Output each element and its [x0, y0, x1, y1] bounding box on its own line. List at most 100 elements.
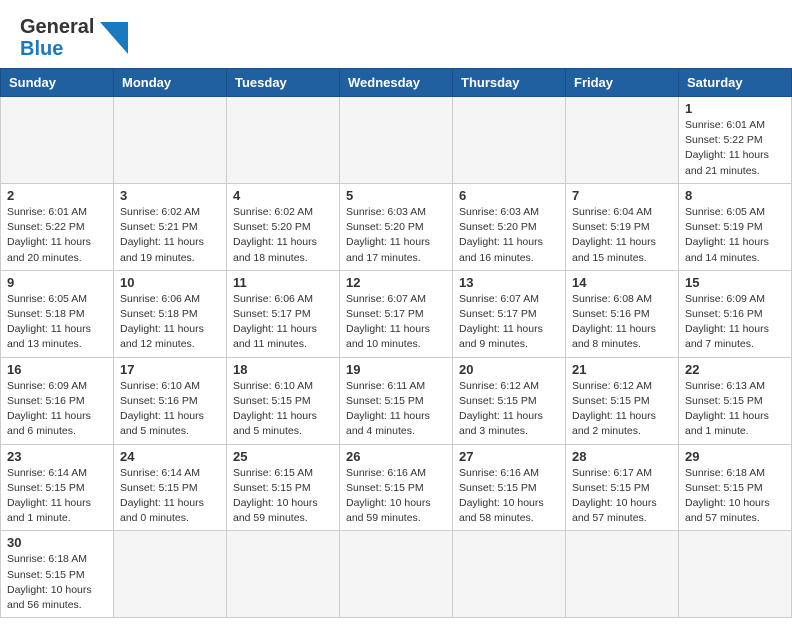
day-info: Sunrise: 6:16 AM Sunset: 5:15 PM Dayligh…	[346, 466, 446, 527]
calendar-cell: 16 Sunrise: 6:09 AM Sunset: 5:16 PM Dayli…	[1, 357, 114, 444]
day-info: Sunrise: 6:03 AM Sunset: 5:20 PM Dayligh…	[459, 205, 559, 266]
day-info: Sunrise: 6:02 AM Sunset: 5:21 PM Dayligh…	[120, 205, 220, 266]
weekday-header-thursday: Thursday	[453, 69, 566, 97]
calendar-cell	[679, 531, 792, 618]
day-number: 26	[346, 449, 446, 464]
calendar-cell: 10 Sunrise: 6:06 AM Sunset: 5:18 PM Dayli…	[114, 270, 227, 357]
day-info: Sunrise: 6:18 AM Sunset: 5:15 PM Dayligh…	[7, 552, 107, 613]
calendar-table: SundayMondayTuesdayWednesdayThursdayFrid…	[0, 68, 792, 618]
day-info: Sunrise: 6:03 AM Sunset: 5:20 PM Dayligh…	[346, 205, 446, 266]
calendar-cell: 18 Sunrise: 6:10 AM Sunset: 5:15 PM Dayli…	[227, 357, 340, 444]
calendar-cell: 1 Sunrise: 6:01 AM Sunset: 5:22 PM Daylig…	[679, 97, 792, 184]
calendar-cell: 17Sunrise: 6:10 AM Sunset: 5:16 PM Dayli…	[114, 357, 227, 444]
day-number: 27	[459, 449, 559, 464]
calendar-cell	[453, 97, 566, 184]
day-info: Sunrise: 6:07 AM Sunset: 5:17 PM Dayligh…	[346, 292, 446, 353]
day-info: Sunrise: 6:15 AM Sunset: 5:15 PM Dayligh…	[233, 466, 333, 527]
calendar-cell: 29 Sunrise: 6:18 AM Sunset: 5:15 PM Dayli…	[679, 444, 792, 531]
day-number: 18	[233, 362, 333, 377]
calendar-cell	[566, 97, 679, 184]
day-info: Sunrise: 6:12 AM Sunset: 5:15 PM Dayligh…	[572, 379, 672, 440]
calendar-cell: 14Sunrise: 6:08 AM Sunset: 5:16 PM Dayli…	[566, 270, 679, 357]
day-number: 10	[120, 275, 220, 290]
calendar-cell: 6 Sunrise: 6:03 AM Sunset: 5:20 PM Daylig…	[453, 183, 566, 270]
calendar-cell	[227, 531, 340, 618]
day-info: Sunrise: 6:17 AM Sunset: 5:15 PM Dayligh…	[572, 466, 672, 527]
calendar-cell: 26 Sunrise: 6:16 AM Sunset: 5:15 PM Dayli…	[340, 444, 453, 531]
day-number: 7	[572, 188, 672, 203]
day-info: Sunrise: 6:01 AM Sunset: 5:22 PM Dayligh…	[7, 205, 107, 266]
calendar-cell: 20Sunrise: 6:12 AM Sunset: 5:15 PM Dayli…	[453, 357, 566, 444]
logo: General Blue	[20, 16, 128, 60]
day-number: 1	[685, 101, 785, 116]
weekday-header-row: SundayMondayTuesdayWednesdayThursdayFrid…	[1, 69, 792, 97]
calendar-week-2: 9Sunrise: 6:05 AM Sunset: 5:18 PM Daylig…	[1, 270, 792, 357]
day-number: 6	[459, 188, 559, 203]
day-number: 15	[685, 275, 785, 290]
calendar-cell: 13Sunrise: 6:07 AM Sunset: 5:17 PM Dayli…	[453, 270, 566, 357]
day-info: Sunrise: 6:12 AM Sunset: 5:15 PM Dayligh…	[459, 379, 559, 440]
calendar-cell: 28Sunrise: 6:17 AM Sunset: 5:15 PM Dayli…	[566, 444, 679, 531]
calendar-cell: 27 Sunrise: 6:16 AM Sunset: 5:15 PM Dayli…	[453, 444, 566, 531]
calendar-cell: 24Sunrise: 6:14 AM Sunset: 5:15 PM Dayli…	[114, 444, 227, 531]
calendar-cell: 25 Sunrise: 6:15 AM Sunset: 5:15 PM Dayli…	[227, 444, 340, 531]
day-info: Sunrise: 6:16 AM Sunset: 5:15 PM Dayligh…	[459, 466, 559, 527]
day-number: 3	[120, 188, 220, 203]
day-info: Sunrise: 6:13 AM Sunset: 5:15 PM Dayligh…	[685, 379, 785, 440]
calendar-cell: 9Sunrise: 6:05 AM Sunset: 5:18 PM Daylig…	[1, 270, 114, 357]
weekday-header-friday: Friday	[566, 69, 679, 97]
day-info: Sunrise: 6:09 AM Sunset: 5:16 PM Dayligh…	[7, 379, 107, 440]
calendar-cell: 3 Sunrise: 6:02 AM Sunset: 5:21 PM Daylig…	[114, 183, 227, 270]
day-info: Sunrise: 6:06 AM Sunset: 5:18 PM Dayligh…	[120, 292, 220, 353]
calendar-cell: 2 Sunrise: 6:01 AM Sunset: 5:22 PM Daylig…	[1, 183, 114, 270]
calendar-cell: 11 Sunrise: 6:06 AM Sunset: 5:17 PM Dayli…	[227, 270, 340, 357]
day-number: 19	[346, 362, 446, 377]
calendar-cell: 5Sunrise: 6:03 AM Sunset: 5:20 PM Daylig…	[340, 183, 453, 270]
day-info: Sunrise: 6:01 AM Sunset: 5:22 PM Dayligh…	[685, 118, 785, 179]
day-info: Sunrise: 6:10 AM Sunset: 5:16 PM Dayligh…	[120, 379, 220, 440]
day-info: Sunrise: 6:04 AM Sunset: 5:19 PM Dayligh…	[572, 205, 672, 266]
calendar-cell: 4 Sunrise: 6:02 AM Sunset: 5:20 PM Daylig…	[227, 183, 340, 270]
calendar-cell: 22 Sunrise: 6:13 AM Sunset: 5:15 PM Dayli…	[679, 357, 792, 444]
calendar-week-5: 30 Sunrise: 6:18 AM Sunset: 5:15 PM Dayli…	[1, 531, 792, 618]
day-info: Sunrise: 6:06 AM Sunset: 5:17 PM Dayligh…	[233, 292, 333, 353]
calendar-week-4: 23Sunrise: 6:14 AM Sunset: 5:15 PM Dayli…	[1, 444, 792, 531]
weekday-header-tuesday: Tuesday	[227, 69, 340, 97]
calendar-cell: 8Sunrise: 6:05 AM Sunset: 5:19 PM Daylig…	[679, 183, 792, 270]
calendar-week-0: 1 Sunrise: 6:01 AM Sunset: 5:22 PM Daylig…	[1, 97, 792, 184]
day-number: 14	[572, 275, 672, 290]
day-number: 25	[233, 449, 333, 464]
day-info: Sunrise: 6:10 AM Sunset: 5:15 PM Dayligh…	[233, 379, 333, 440]
day-number: 30	[7, 535, 107, 550]
day-info: Sunrise: 6:11 AM Sunset: 5:15 PM Dayligh…	[346, 379, 446, 440]
weekday-header-monday: Monday	[114, 69, 227, 97]
calendar-week-1: 2 Sunrise: 6:01 AM Sunset: 5:22 PM Daylig…	[1, 183, 792, 270]
day-info: Sunrise: 6:02 AM Sunset: 5:20 PM Dayligh…	[233, 205, 333, 266]
calendar-wrapper: SundayMondayTuesdayWednesdayThursdayFrid…	[0, 68, 792, 628]
calendar-cell: 30 Sunrise: 6:18 AM Sunset: 5:15 PM Dayli…	[1, 531, 114, 618]
day-info: Sunrise: 6:14 AM Sunset: 5:15 PM Dayligh…	[120, 466, 220, 527]
day-number: 21	[572, 362, 672, 377]
day-info: Sunrise: 6:05 AM Sunset: 5:19 PM Dayligh…	[685, 205, 785, 266]
day-number: 16	[7, 362, 107, 377]
weekday-header-wednesday: Wednesday	[340, 69, 453, 97]
logo-icon	[100, 22, 128, 59]
day-info: Sunrise: 6:14 AM Sunset: 5:15 PM Dayligh…	[7, 466, 107, 527]
day-info: Sunrise: 6:18 AM Sunset: 5:15 PM Dayligh…	[685, 466, 785, 527]
day-number: 29	[685, 449, 785, 464]
calendar-cell	[453, 531, 566, 618]
calendar-cell: 12Sunrise: 6:07 AM Sunset: 5:17 PM Dayli…	[340, 270, 453, 357]
weekday-header-saturday: Saturday	[679, 69, 792, 97]
calendar-cell	[114, 531, 227, 618]
day-number: 22	[685, 362, 785, 377]
page-header: General Blue	[0, 0, 792, 68]
day-number: 11	[233, 275, 333, 290]
calendar-cell	[340, 531, 453, 618]
day-number: 2	[7, 188, 107, 203]
calendar-cell	[340, 97, 453, 184]
weekday-header-sunday: Sunday	[1, 69, 114, 97]
calendar-cell: 7 Sunrise: 6:04 AM Sunset: 5:19 PM Daylig…	[566, 183, 679, 270]
calendar-cell: 15Sunrise: 6:09 AM Sunset: 5:16 PM Dayli…	[679, 270, 792, 357]
calendar-cell: 23Sunrise: 6:14 AM Sunset: 5:15 PM Dayli…	[1, 444, 114, 531]
day-number: 4	[233, 188, 333, 203]
